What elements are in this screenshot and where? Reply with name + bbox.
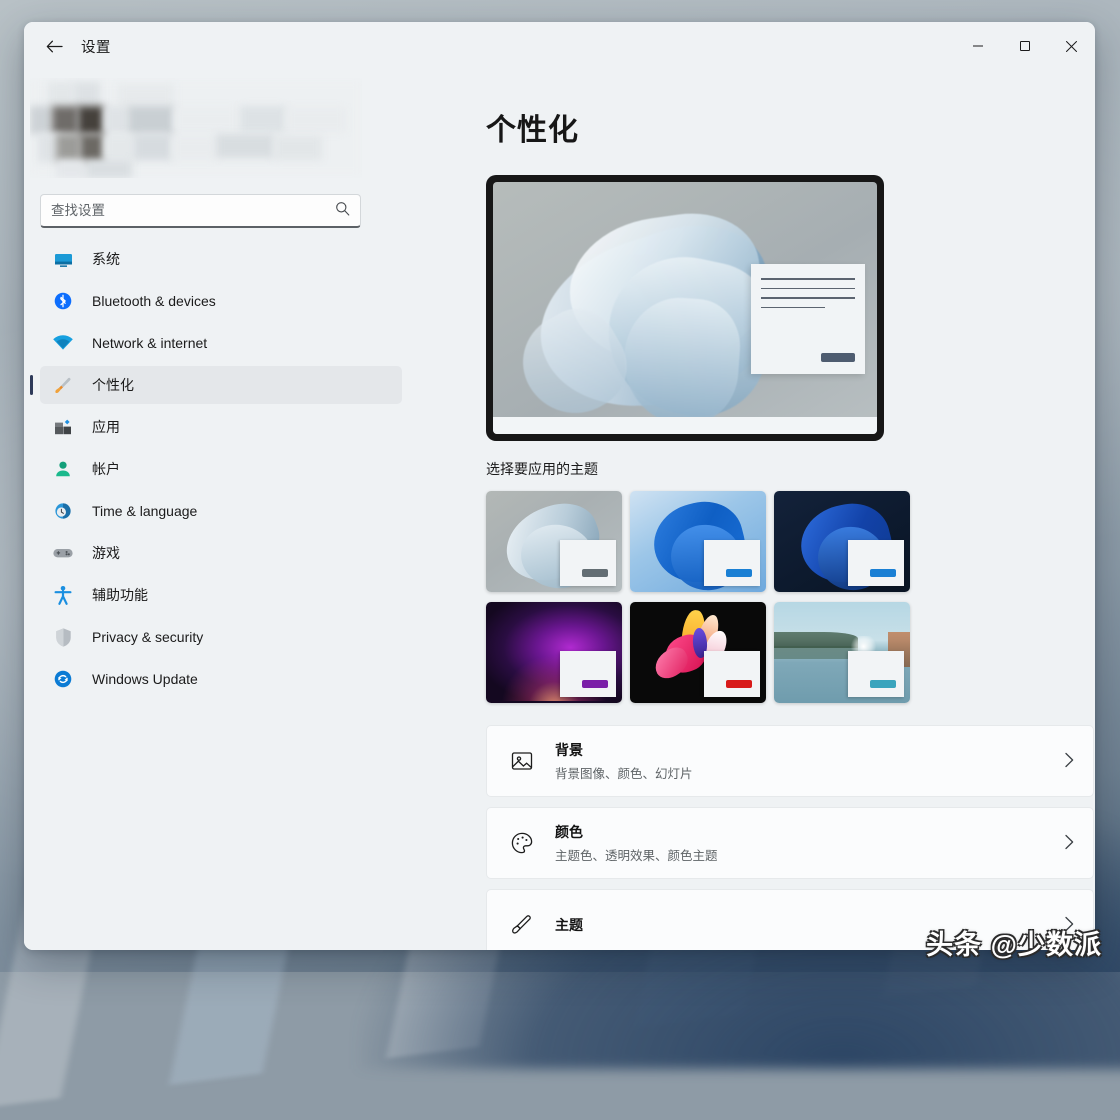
accessibility-person-icon xyxy=(52,584,74,606)
desktop-preview xyxy=(486,175,884,441)
palette-icon xyxy=(507,828,537,858)
sidebar-item-label: Privacy & security xyxy=(92,629,203,645)
chevron-right-icon xyxy=(1064,916,1075,935)
sidebar-item-label: 应用 xyxy=(92,417,120,437)
maximize-icon[interactable] xyxy=(1001,22,1048,70)
sidebar-item-label: 系统 xyxy=(92,249,120,269)
back-arrow-icon[interactable] xyxy=(37,31,71,61)
minimize-icon[interactable] xyxy=(954,22,1001,70)
theme-mini-window xyxy=(848,540,904,586)
setting-row-subtitle: 主题色、透明效果、颜色主题 xyxy=(555,845,1064,864)
clock-globe-icon xyxy=(52,500,74,522)
sidebar-item-label: Windows Update xyxy=(92,671,198,687)
theme-option-glow-purple[interactable] xyxy=(486,602,622,703)
theme-option-bloom-blue[interactable] xyxy=(630,491,766,592)
update-refresh-icon xyxy=(52,668,74,690)
search-icon xyxy=(335,201,350,221)
brush-icon xyxy=(507,910,537,940)
close-icon[interactable] xyxy=(1048,22,1095,70)
sidebar-item-label: 帐户 xyxy=(92,459,120,479)
sidebar-item-label: Time & language xyxy=(92,503,197,519)
settings-window: 设置 xyxy=(24,22,1095,950)
sidebar-item-label: 个性化 xyxy=(92,375,134,395)
window-body: 系统 Bluetooth & devices xyxy=(24,70,1095,950)
theme-option-captured-motion[interactable] xyxy=(774,602,910,703)
theme-option-flow-petals[interactable] xyxy=(630,602,766,703)
sidebar-item-network-internet[interactable]: Network & internet xyxy=(40,324,402,362)
sidebar-item-bluetooth-devices[interactable]: Bluetooth & devices xyxy=(40,282,402,320)
chevron-right-icon xyxy=(1064,752,1075,771)
theme-mini-window xyxy=(704,651,760,697)
search-box[interactable] xyxy=(40,194,361,228)
setting-row-subtitle: 背景图像、颜色、幻灯片 xyxy=(555,763,1064,782)
theme-mini-window xyxy=(560,540,616,586)
title-bar: 设置 xyxy=(24,22,1095,70)
setting-row-themes[interactable]: 主题 xyxy=(486,889,1094,950)
setting-row-title: 背景 xyxy=(555,740,1064,760)
sidebar-item-label: 游戏 xyxy=(92,543,120,563)
setting-row-title: 颜色 xyxy=(555,822,1064,842)
setting-row-title: 主题 xyxy=(555,915,1064,935)
sidebar-item-accounts[interactable]: 帐户 xyxy=(40,450,402,488)
sidebar-item-privacy-security[interactable]: Privacy & security xyxy=(40,618,402,656)
setting-row-background[interactable]: 背景 背景图像、颜色、幻灯片 xyxy=(486,725,1094,797)
setting-row-colors[interactable]: 颜色 主题色、透明效果、颜色主题 xyxy=(486,807,1094,879)
paintbrush-icon xyxy=(52,374,74,396)
sidebar-item-windows-update[interactable]: Windows Update xyxy=(40,660,402,698)
sidebar-item-label: Network & internet xyxy=(92,335,207,351)
preview-dialog-button xyxy=(821,353,855,362)
sidebar-item-personalization[interactable]: 个性化 xyxy=(40,366,402,404)
theme-mini-window xyxy=(848,651,904,697)
sidebar-item-time-language[interactable]: Time & language xyxy=(40,492,402,530)
display-monitor-icon xyxy=(52,248,74,270)
sidebar-item-apps[interactable]: 应用 xyxy=(40,408,402,446)
theme-section-label: 选择要应用的主题 xyxy=(486,459,1069,479)
theme-mini-window xyxy=(560,651,616,697)
sidebar-item-accessibility[interactable]: 辅助功能 xyxy=(40,576,402,614)
theme-option-bloom-dark[interactable] xyxy=(774,491,910,592)
sidebar-item-gaming[interactable]: 游戏 xyxy=(40,534,402,572)
app-title: 设置 xyxy=(81,36,111,57)
account-blurred-area[interactable] xyxy=(30,78,362,178)
theme-mini-window xyxy=(704,540,760,586)
sidebar-nav: 系统 Bluetooth & devices xyxy=(24,240,402,698)
sidebar-item-system[interactable]: 系统 xyxy=(40,240,402,278)
search-input[interactable] xyxy=(51,203,335,218)
shield-icon xyxy=(52,626,74,648)
preview-taskbar xyxy=(493,417,877,434)
window-controls xyxy=(954,22,1095,70)
bluetooth-icon xyxy=(52,290,74,312)
apps-icon xyxy=(52,416,74,438)
sidebar-item-label: 辅助功能 xyxy=(92,585,148,605)
gamepad-icon xyxy=(52,542,74,564)
account-person-icon xyxy=(52,458,74,480)
wifi-icon xyxy=(52,332,74,354)
chevron-right-icon xyxy=(1064,834,1075,853)
picture-icon xyxy=(507,746,537,776)
theme-grid xyxy=(486,491,910,703)
preview-screen xyxy=(493,182,877,434)
theme-option-bloom-light[interactable] xyxy=(486,491,622,592)
sidebar: 系统 Bluetooth & devices xyxy=(24,70,420,950)
sidebar-item-label: Bluetooth & devices xyxy=(92,293,216,309)
main-content: 个性化 xyxy=(420,70,1095,950)
preview-dialog-window xyxy=(751,264,865,374)
page-title: 个性化 xyxy=(486,105,1069,149)
settings-list: 背景 背景图像、颜色、幻灯片 xyxy=(486,725,1094,950)
